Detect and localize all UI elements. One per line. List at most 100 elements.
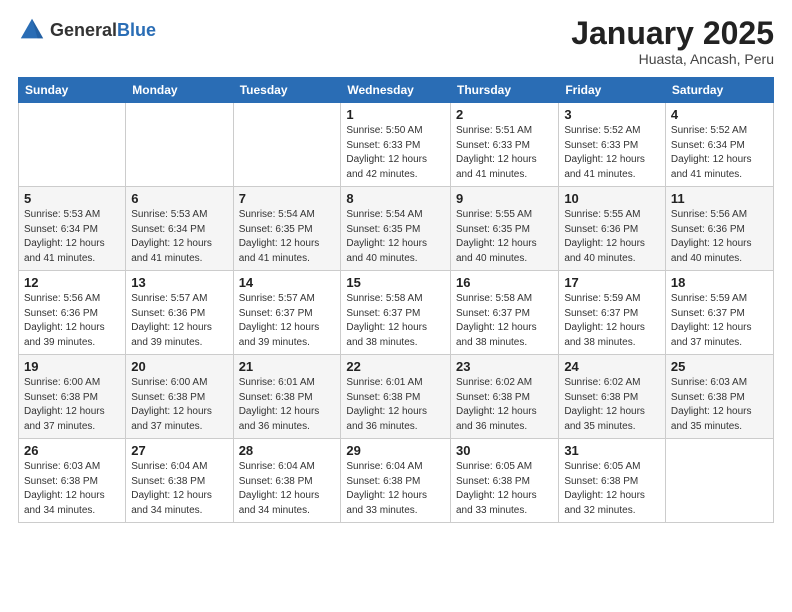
day-number: 5 bbox=[24, 191, 120, 206]
day-number: 22 bbox=[346, 359, 445, 374]
day-detail: Sunrise: 6:01 AM Sunset: 6:38 PM Dayligh… bbox=[346, 377, 427, 432]
calendar-week-row: 19Sunrise: 6:00 AM Sunset: 6:38 PM Dayli… bbox=[19, 355, 774, 439]
weekday-header: Saturday bbox=[665, 78, 773, 103]
day-number: 18 bbox=[671, 275, 768, 290]
day-number: 10 bbox=[564, 191, 660, 206]
day-number: 20 bbox=[131, 359, 227, 374]
day-detail: Sunrise: 6:04 AM Sunset: 6:38 PM Dayligh… bbox=[346, 461, 427, 516]
calendar-cell: 25 Sunrise: 6:03 AM Sunset: 6:38 PM Dayli… bbox=[665, 355, 773, 439]
weekday-header: Thursday bbox=[450, 78, 558, 103]
calendar-cell: 21 Sunrise: 6:01 AM Sunset: 6:38 PM Dayli… bbox=[233, 355, 341, 439]
calendar-cell: 14 Sunrise: 5:57 AM Sunset: 6:37 PM Dayli… bbox=[233, 271, 341, 355]
day-number: 11 bbox=[671, 191, 768, 206]
calendar-cell: 12 Sunrise: 5:56 AM Sunset: 6:36 PM Dayli… bbox=[19, 271, 126, 355]
day-detail: Sunrise: 6:04 AM Sunset: 6:38 PM Dayligh… bbox=[131, 461, 212, 516]
day-number: 17 bbox=[564, 275, 660, 290]
day-detail: Sunrise: 6:01 AM Sunset: 6:38 PM Dayligh… bbox=[239, 377, 320, 432]
day-number: 16 bbox=[456, 275, 553, 290]
day-number: 30 bbox=[456, 443, 553, 458]
day-detail: Sunrise: 5:59 AM Sunset: 6:37 PM Dayligh… bbox=[671, 293, 752, 348]
calendar-cell: 16Sunrise: 5:58 AM Sunset: 6:37 PM Dayli… bbox=[450, 271, 558, 355]
calendar-cell: 9 Sunrise: 5:55 AM Sunset: 6:35 PM Daylig… bbox=[450, 187, 558, 271]
day-number: 23 bbox=[456, 359, 553, 374]
day-detail: Sunrise: 5:53 AM Sunset: 6:34 PM Dayligh… bbox=[131, 209, 212, 264]
logo-icon bbox=[18, 16, 46, 44]
day-detail: Sunrise: 5:57 AM Sunset: 6:37 PM Dayligh… bbox=[239, 293, 320, 348]
day-detail: Sunrise: 6:05 AM Sunset: 6:38 PM Dayligh… bbox=[564, 461, 645, 516]
calendar-cell: 26 Sunrise: 6:03 AM Sunset: 6:38 PM Dayli… bbox=[19, 439, 126, 523]
day-detail: Sunrise: 5:53 AM Sunset: 6:34 PM Dayligh… bbox=[24, 209, 105, 264]
calendar-cell: 3 Sunrise: 5:52 AM Sunset: 6:33 PM Daylig… bbox=[559, 103, 666, 187]
calendar-cell: 31 Sunrise: 6:05 AM Sunset: 6:38 PM Dayli… bbox=[559, 439, 666, 523]
calendar-cell: 2Sunrise: 5:51 AM Sunset: 6:33 PM Daylig… bbox=[450, 103, 558, 187]
day-detail: Sunrise: 6:03 AM Sunset: 6:38 PM Dayligh… bbox=[24, 461, 105, 516]
calendar-cell bbox=[665, 439, 773, 523]
day-detail: Sunrise: 5:55 AM Sunset: 6:35 PM Dayligh… bbox=[456, 209, 537, 264]
weekday-header: Sunday bbox=[19, 78, 126, 103]
page: GeneralBlue January 2025 Huasta, Ancash,… bbox=[0, 0, 792, 612]
title-block: January 2025 Huasta, Ancash, Peru bbox=[571, 16, 774, 67]
day-number: 24 bbox=[564, 359, 660, 374]
day-number: 8 bbox=[346, 191, 445, 206]
day-number: 6 bbox=[131, 191, 227, 206]
calendar-cell: 5 Sunrise: 5:53 AM Sunset: 6:34 PM Daylig… bbox=[19, 187, 126, 271]
calendar-week-row: 1Sunrise: 5:50 AM Sunset: 6:33 PM Daylig… bbox=[19, 103, 774, 187]
calendar-cell: 15 Sunrise: 5:58 AM Sunset: 6:37 PM Dayli… bbox=[341, 271, 451, 355]
day-detail: Sunrise: 5:52 AM Sunset: 6:34 PM Dayligh… bbox=[671, 125, 752, 180]
page-subtitle: Huasta, Ancash, Peru bbox=[571, 51, 774, 67]
weekday-header: Tuesday bbox=[233, 78, 341, 103]
calendar-cell: 6 Sunrise: 5:53 AM Sunset: 6:34 PM Daylig… bbox=[126, 187, 233, 271]
day-number: 28 bbox=[239, 443, 336, 458]
calendar-header-row: SundayMondayTuesdayWednesdayThursdayFrid… bbox=[19, 78, 774, 103]
day-number: 14 bbox=[239, 275, 336, 290]
calendar-cell: 10Sunrise: 5:55 AM Sunset: 6:36 PM Dayli… bbox=[559, 187, 666, 271]
calendar-cell: 24 Sunrise: 6:02 AM Sunset: 6:38 PM Dayli… bbox=[559, 355, 666, 439]
calendar-cell bbox=[126, 103, 233, 187]
day-number: 21 bbox=[239, 359, 336, 374]
day-detail: Sunrise: 6:02 AM Sunset: 6:38 PM Dayligh… bbox=[564, 377, 645, 432]
day-detail: Sunrise: 5:56 AM Sunset: 6:36 PM Dayligh… bbox=[24, 293, 105, 348]
day-detail: Sunrise: 6:02 AM Sunset: 6:38 PM Dayligh… bbox=[456, 377, 537, 432]
calendar-cell bbox=[233, 103, 341, 187]
day-number: 25 bbox=[671, 359, 768, 374]
weekday-header: Wednesday bbox=[341, 78, 451, 103]
calendar-cell: 7 Sunrise: 5:54 AM Sunset: 6:35 PM Daylig… bbox=[233, 187, 341, 271]
day-detail: Sunrise: 5:52 AM Sunset: 6:33 PM Dayligh… bbox=[564, 125, 645, 180]
day-number: 1 bbox=[346, 107, 445, 122]
day-detail: Sunrise: 5:54 AM Sunset: 6:35 PM Dayligh… bbox=[346, 209, 427, 264]
day-detail: Sunrise: 5:51 AM Sunset: 6:33 PM Dayligh… bbox=[456, 125, 537, 180]
day-number: 4 bbox=[671, 107, 768, 122]
calendar-cell: 18 Sunrise: 5:59 AM Sunset: 6:37 PM Dayli… bbox=[665, 271, 773, 355]
calendar-cell: 17Sunrise: 5:59 AM Sunset: 6:37 PM Dayli… bbox=[559, 271, 666, 355]
day-number: 31 bbox=[564, 443, 660, 458]
day-number: 7 bbox=[239, 191, 336, 206]
calendar: SundayMondayTuesdayWednesdayThursdayFrid… bbox=[18, 77, 774, 523]
day-detail: Sunrise: 5:56 AM Sunset: 6:36 PM Dayligh… bbox=[671, 209, 752, 264]
day-number: 15 bbox=[346, 275, 445, 290]
calendar-cell: 20 Sunrise: 6:00 AM Sunset: 6:38 PM Dayli… bbox=[126, 355, 233, 439]
day-detail: Sunrise: 6:05 AM Sunset: 6:38 PM Dayligh… bbox=[456, 461, 537, 516]
day-number: 12 bbox=[24, 275, 120, 290]
calendar-cell: 29Sunrise: 6:04 AM Sunset: 6:38 PM Dayli… bbox=[341, 439, 451, 523]
calendar-cell: 1Sunrise: 5:50 AM Sunset: 6:33 PM Daylig… bbox=[341, 103, 451, 187]
page-title: January 2025 bbox=[571, 16, 774, 51]
calendar-cell: 30 Sunrise: 6:05 AM Sunset: 6:38 PM Dayli… bbox=[450, 439, 558, 523]
day-detail: Sunrise: 5:57 AM Sunset: 6:36 PM Dayligh… bbox=[131, 293, 212, 348]
weekday-header: Monday bbox=[126, 78, 233, 103]
calendar-week-row: 26 Sunrise: 6:03 AM Sunset: 6:38 PM Dayli… bbox=[19, 439, 774, 523]
calendar-cell: 27Sunrise: 6:04 AM Sunset: 6:38 PM Dayli… bbox=[126, 439, 233, 523]
day-detail: Sunrise: 6:03 AM Sunset: 6:38 PM Dayligh… bbox=[671, 377, 752, 432]
logo-general: GeneralBlue bbox=[50, 20, 156, 41]
calendar-cell: 19Sunrise: 6:00 AM Sunset: 6:38 PM Dayli… bbox=[19, 355, 126, 439]
calendar-week-row: 5 Sunrise: 5:53 AM Sunset: 6:34 PM Daylig… bbox=[19, 187, 774, 271]
calendar-cell: 11 Sunrise: 5:56 AM Sunset: 6:36 PM Dayli… bbox=[665, 187, 773, 271]
day-detail: Sunrise: 6:00 AM Sunset: 6:38 PM Dayligh… bbox=[131, 377, 212, 432]
day-number: 13 bbox=[131, 275, 227, 290]
calendar-week-row: 12 Sunrise: 5:56 AM Sunset: 6:36 PM Dayli… bbox=[19, 271, 774, 355]
calendar-cell: 13 Sunrise: 5:57 AM Sunset: 6:36 PM Dayli… bbox=[126, 271, 233, 355]
day-number: 9 bbox=[456, 191, 553, 206]
day-detail: Sunrise: 5:58 AM Sunset: 6:37 PM Dayligh… bbox=[346, 293, 427, 348]
day-detail: Sunrise: 5:54 AM Sunset: 6:35 PM Dayligh… bbox=[239, 209, 320, 264]
day-number: 26 bbox=[24, 443, 120, 458]
day-number: 3 bbox=[564, 107, 660, 122]
